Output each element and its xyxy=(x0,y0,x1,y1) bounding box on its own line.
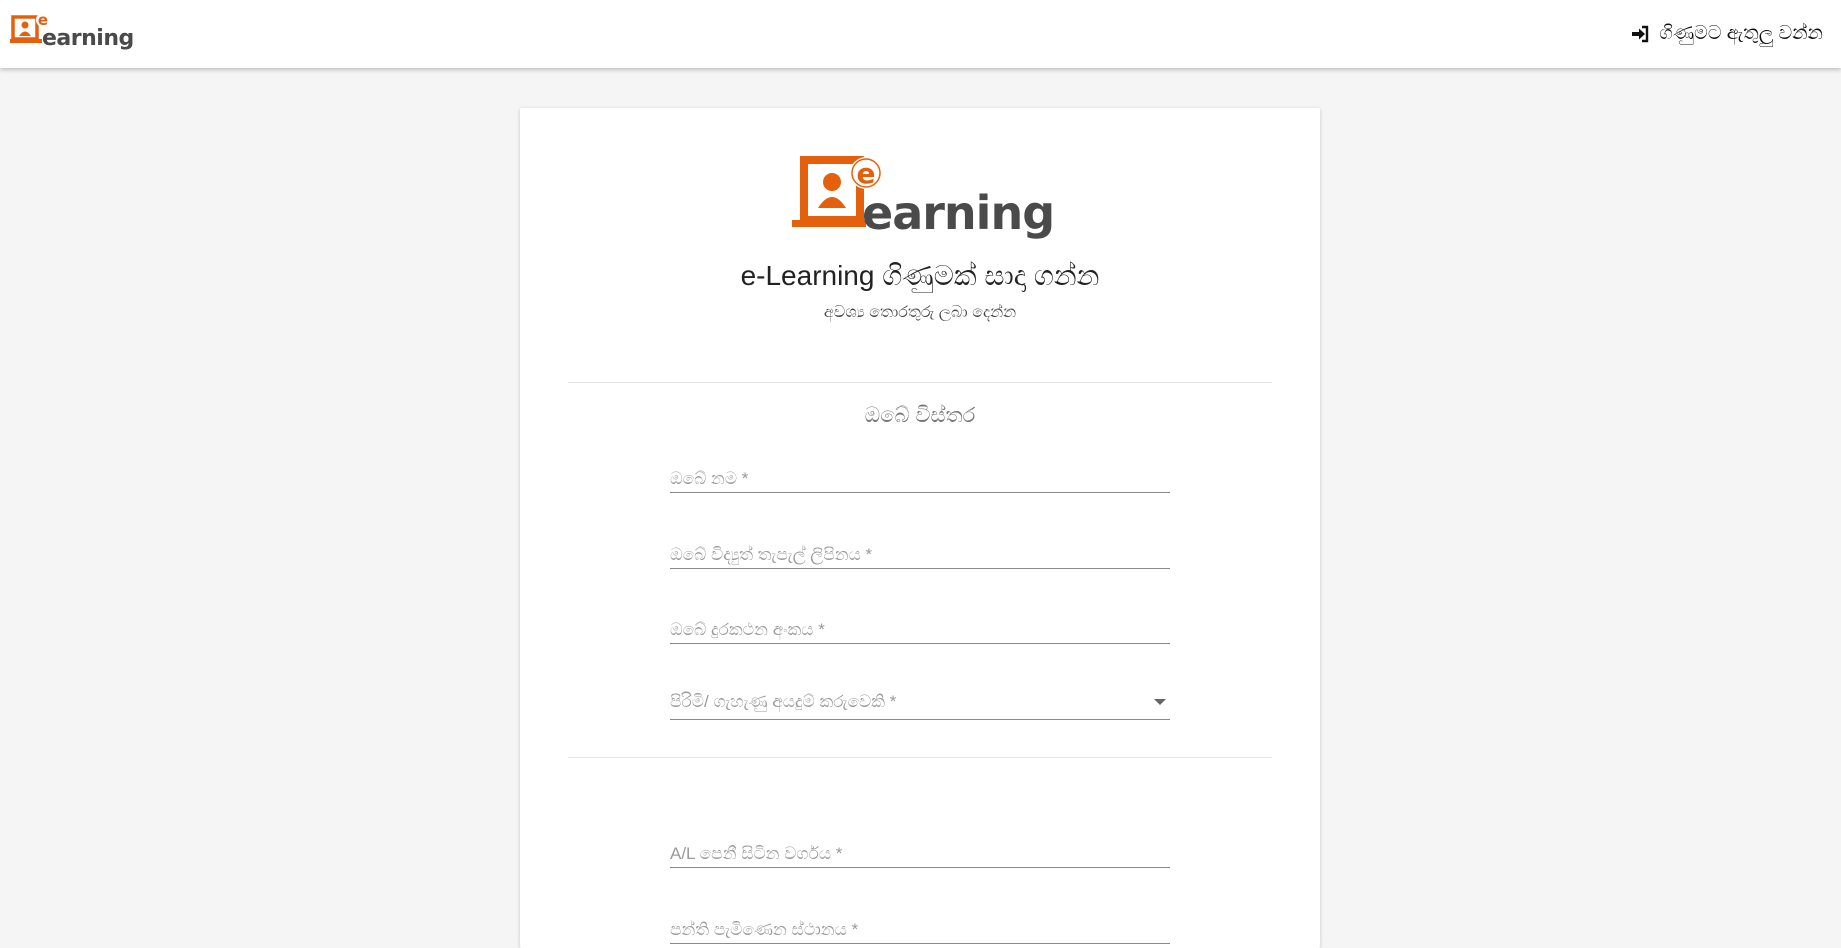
al-stream-input[interactable] xyxy=(670,827,1170,867)
gender-select[interactable]: පිරිමි/ ගැහැණු අයදුම් කරුවෙකි * xyxy=(670,679,1170,720)
phone-field[interactable] xyxy=(670,603,1170,644)
al-stream-field[interactable] xyxy=(670,827,1170,868)
name-input[interactable] xyxy=(670,452,1170,492)
top-navbar: e earning ගිණුමට ඇතුලු වන්න xyxy=(0,0,1841,68)
card-logo: e earning xyxy=(792,156,1055,240)
email-field[interactable] xyxy=(670,528,1170,569)
page-subtitle: අවශ්‍ය තොරතුරු ලබා දෙන්න xyxy=(823,304,1017,321)
brand-logo[interactable]: e earning xyxy=(10,12,134,54)
gender-select-label: පිරිමි/ ගැහැණු අයදුම් කරුවෙකි * xyxy=(670,692,897,711)
chevron-down-icon[interactable] xyxy=(1154,699,1166,705)
name-field[interactable] xyxy=(670,452,1170,493)
class-location-input[interactable] xyxy=(670,903,1170,943)
section-title-your-details: ඔබේ විස්තර xyxy=(864,404,976,427)
logo-wordmark: earning xyxy=(42,26,134,51)
logo-wordmark: earning xyxy=(862,186,1055,240)
page-title: e-Learning ගිණුමක් සාදා ගන්න xyxy=(740,260,1100,291)
class-location-field[interactable] xyxy=(670,903,1170,944)
signin-link[interactable]: ගිණුමට ඇතුලු වන්න xyxy=(1631,20,1823,48)
email-input[interactable] xyxy=(670,528,1170,568)
signin-label: ගිණුමට ඇතුලු වන්න xyxy=(1659,23,1823,44)
sign-in-icon xyxy=(1632,25,1649,43)
divider xyxy=(568,757,1272,758)
signup-card: e earning e-Learning ගිණුමක් සාදා ගන්න අ… xyxy=(520,108,1320,948)
phone-input[interactable] xyxy=(670,603,1170,643)
divider xyxy=(568,382,1272,383)
